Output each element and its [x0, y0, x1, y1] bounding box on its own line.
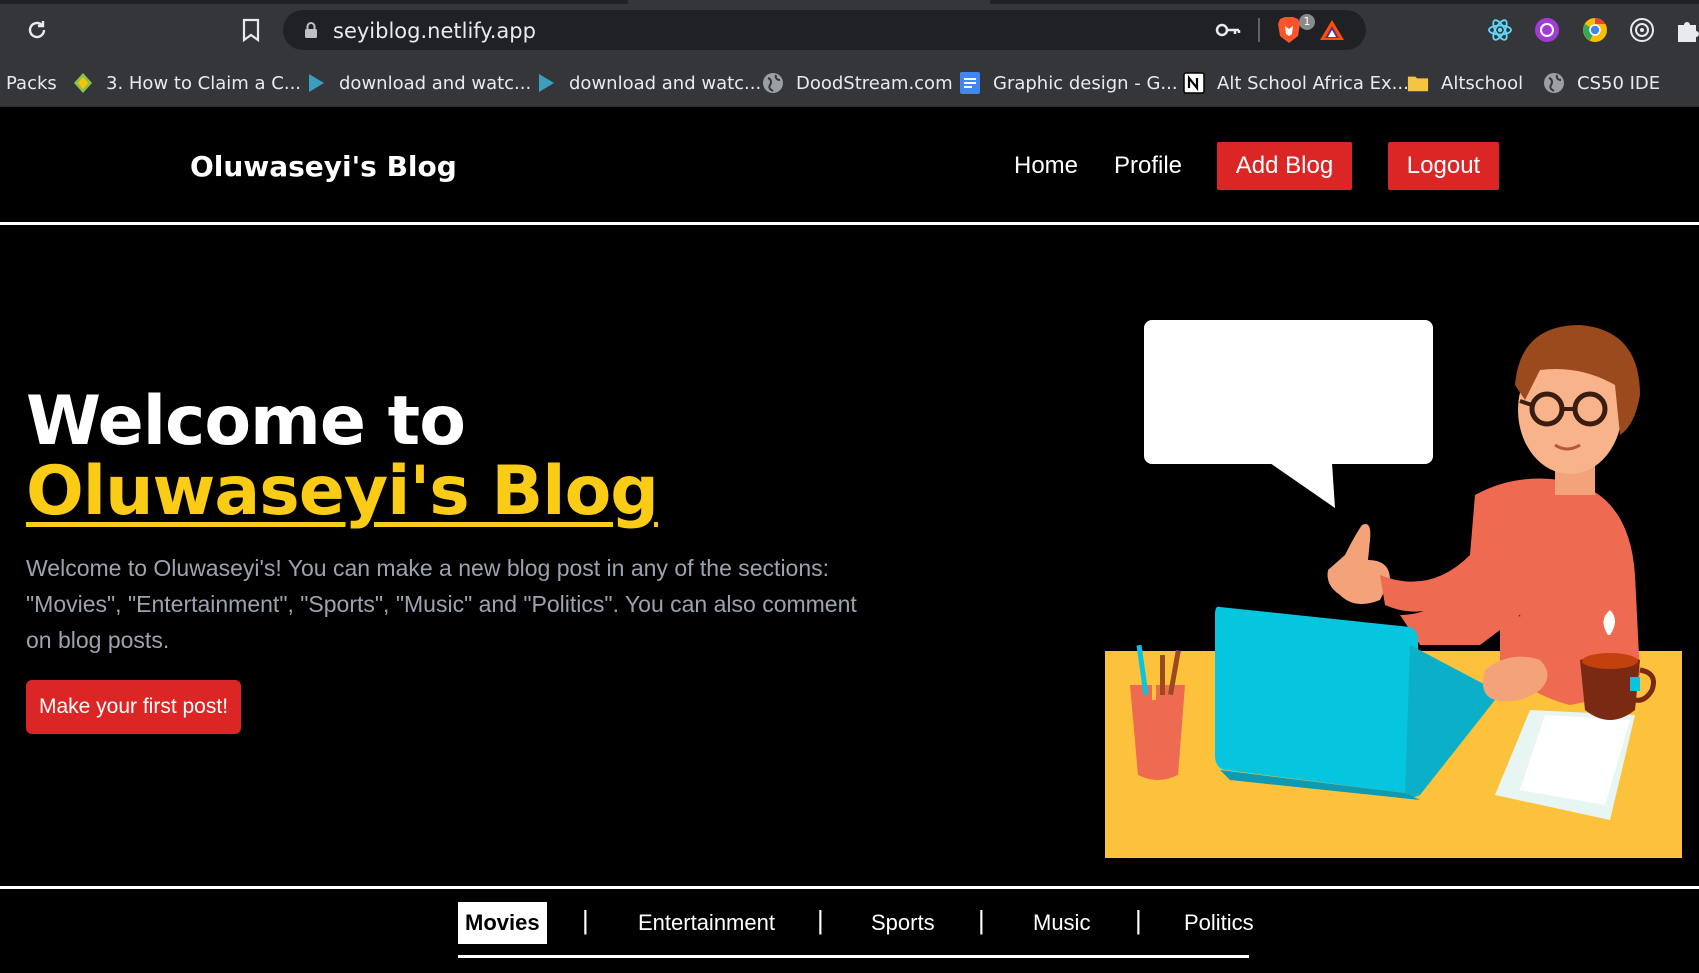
bookmark-label: download and watc...: [569, 72, 762, 94]
bookmark-label: Packs: [6, 72, 57, 94]
category-underline: [458, 955, 1249, 958]
docs-icon: [959, 72, 981, 94]
shield-count-badge: 1: [1299, 14, 1315, 30]
bookmark-item[interactable]: Packs: [6, 70, 57, 96]
url-text[interactable]: seyiblog.netlify.app: [333, 19, 536, 43]
ext-chrome-icon[interactable]: [1582, 17, 1608, 47]
nav-profile-link[interactable]: Profile: [1114, 152, 1182, 180]
bookmark-label: DoodStream.com: [796, 72, 953, 94]
react-devtools-icon[interactable]: [1487, 17, 1513, 47]
bookmark-item[interactable]: CS50 IDE: [1543, 70, 1660, 96]
divider: [1258, 18, 1260, 42]
active-tab[interactable]: [628, 0, 990, 4]
nav-home-link[interactable]: Home: [1014, 152, 1078, 180]
category-tab-sports[interactable]: Sports: [871, 902, 935, 944]
bookmark-item[interactable]: download and watc...: [535, 70, 761, 96]
bookmark-icon[interactable]: [236, 15, 266, 45]
bookmark-label: 3. How to Claim a C...: [106, 72, 302, 94]
category-tab-entertainment[interactable]: Entertainment: [638, 902, 775, 944]
category-tab-music[interactable]: Music: [1033, 902, 1090, 944]
bookmark-item[interactable]: 3. How to Claim a C...: [72, 70, 301, 96]
folder-icon: [1407, 72, 1429, 94]
bookmark-label: download and watc...: [339, 72, 532, 94]
play-icon: [535, 72, 557, 94]
site-header: Oluwaseyi's Blog Home Profile Add Blog L…: [0, 107, 1699, 225]
bookmark-item[interactable]: Alt School Africa Ex...: [1183, 70, 1409, 96]
puzzle-icon[interactable]: [1676, 17, 1699, 47]
address-bar[interactable]: seyiblog.netlify.app 1: [283, 10, 1366, 50]
hero-title: Welcome to: [26, 382, 466, 461]
bookmark-item[interactable]: DoodStream.com: [762, 70, 953, 96]
bookmark-item[interactable]: Graphic design - G...: [959, 70, 1178, 96]
bookmark-label: CS50 IDE: [1577, 72, 1661, 94]
category-separator: |: [1135, 905, 1142, 935]
hero-illustration: [1100, 315, 1685, 860]
notion-icon: [1183, 72, 1205, 94]
category-tab-movies[interactable]: Movies: [458, 902, 547, 944]
globe-icon: [1543, 72, 1565, 94]
site-logo[interactable]: Oluwaseyi's Blog: [190, 150, 457, 183]
add-blog-button[interactable]: Add Blog: [1217, 142, 1352, 190]
browser-toolbar: seyiblog.netlify.app 1: [0, 0, 1699, 60]
brave-rewards-icon[interactable]: [1318, 18, 1346, 46]
tab-strip: [0, 0, 1699, 4]
bookmark-label: Graphic design - G...: [993, 72, 1178, 94]
globe-icon: [762, 72, 784, 94]
make-first-post-button[interactable]: Make your first post!: [26, 680, 241, 734]
reload-icon[interactable]: [22, 15, 52, 45]
bookmark-label: Alt School Africa Ex...: [1217, 72, 1409, 94]
lock-icon[interactable]: [304, 21, 318, 43]
diamond-icon: [72, 72, 94, 94]
play-icon: [305, 72, 327, 94]
ext-target-icon[interactable]: [1629, 17, 1655, 47]
logout-button[interactable]: Logout: [1388, 142, 1499, 190]
category-bar-border: [0, 886, 1699, 889]
category-separator: |: [978, 905, 985, 935]
category-separator: |: [817, 905, 824, 935]
hero-description: Welcome to Oluwaseyi's! You can make a n…: [26, 555, 857, 653]
bookmarks-bar: Packs 3. How to Claim a C... download an…: [0, 60, 1699, 107]
bookmark-item[interactable]: Altschool: [1407, 70, 1523, 96]
category-separator: |: [582, 905, 589, 935]
hero-title-highlight: Oluwaseyi's Blog: [26, 452, 659, 531]
bookmark-label: Altschool: [1441, 72, 1524, 94]
category-tab-politics[interactable]: Politics: [1184, 902, 1254, 944]
ext-purple-icon[interactable]: [1534, 17, 1560, 47]
key-icon[interactable]: [1215, 20, 1241, 44]
bookmark-item[interactable]: download and watc...: [305, 70, 531, 96]
